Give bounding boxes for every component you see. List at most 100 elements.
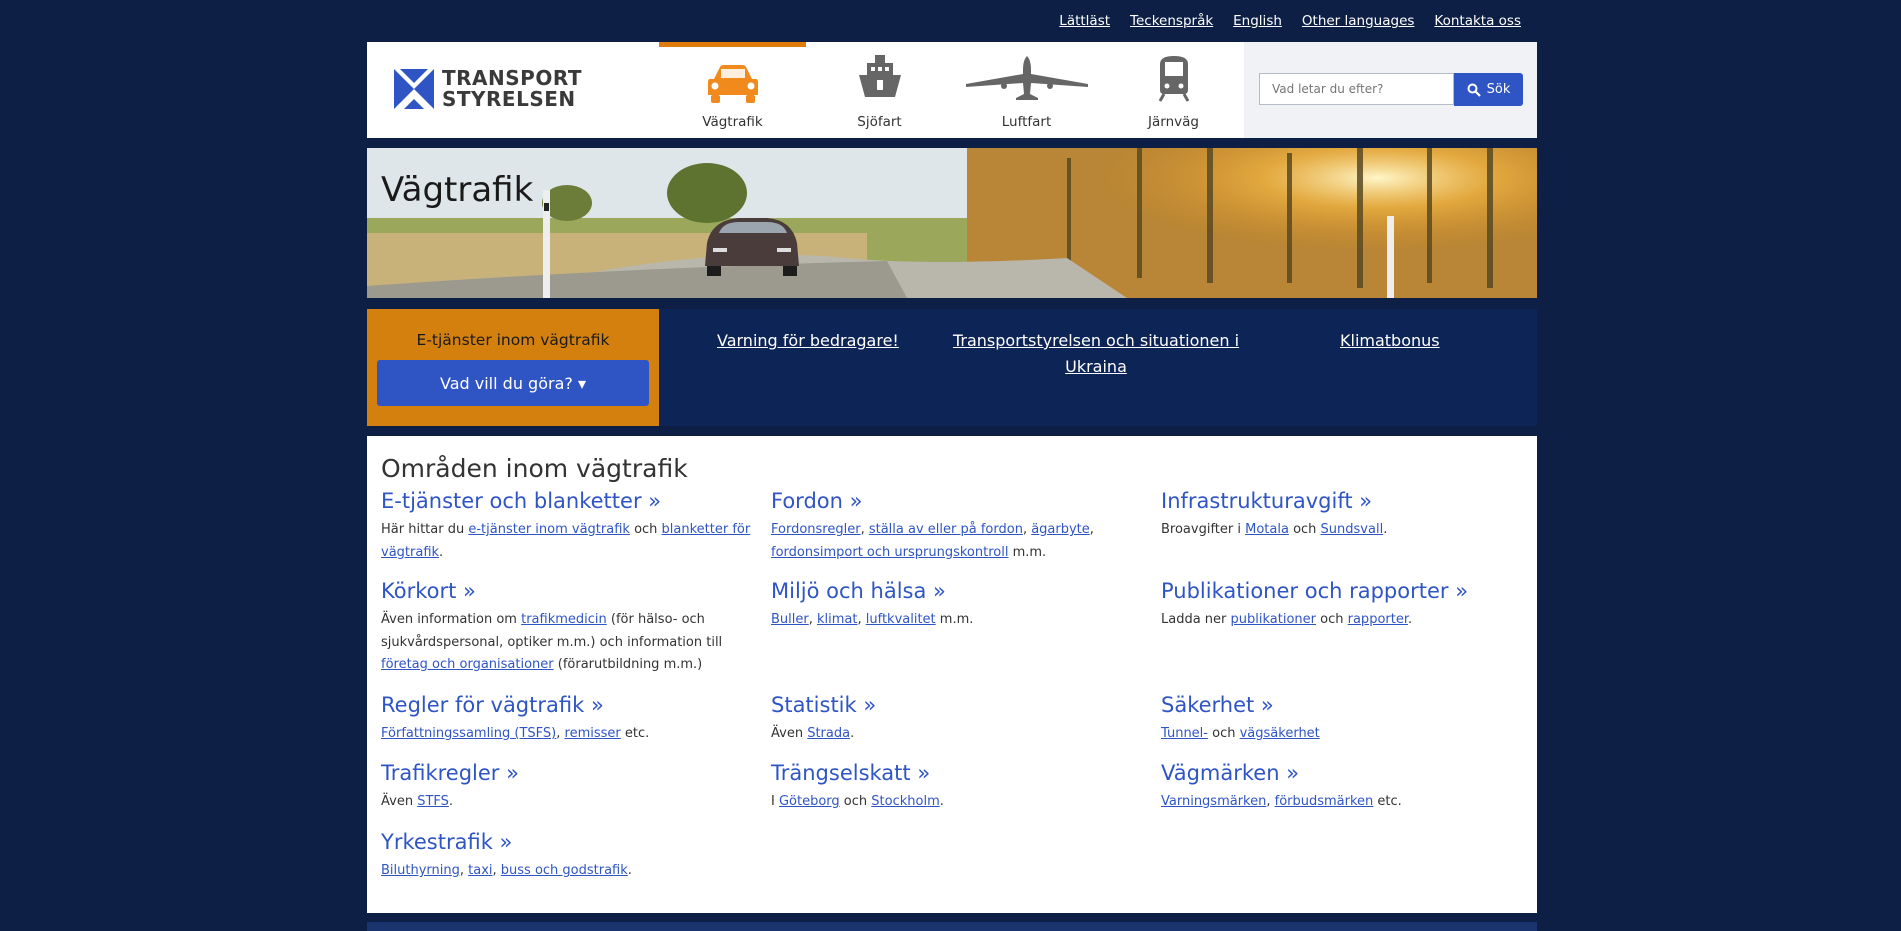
area-inline-link[interactable]: Tunnel- — [1161, 726, 1208, 741]
search-button[interactable]: Sök — [1454, 73, 1523, 106]
area-inline-link[interactable]: e-tjänster inom vägtrafik — [468, 522, 630, 537]
area-title-link[interactable]: Vägmärken » — [1161, 760, 1531, 786]
area-inline-link[interactable]: Göteborg — [779, 794, 840, 809]
nav-label-luftfart: Luftfart — [1001, 114, 1052, 130]
area-inline-link[interactable]: publikationer — [1231, 612, 1316, 627]
area-inline-link[interactable]: buss och godstrafik — [501, 863, 628, 878]
search-icon — [1467, 83, 1481, 97]
area-inline-link[interactable]: luftkvalitet — [866, 612, 936, 627]
area-text: och — [839, 794, 872, 809]
area-title-link[interactable]: Trängselskatt » — [771, 760, 1141, 786]
nav-label-vagtrafik: Vägtrafik — [702, 114, 763, 130]
area-text: . — [1408, 612, 1413, 627]
area-description: Även information om trafikmedicin (för h… — [381, 609, 751, 677]
top-link-teckensprak[interactable]: Teckenspråk — [1130, 13, 1213, 29]
area-title-link[interactable]: Trafikregler » — [381, 760, 751, 786]
area-text: etc. — [1373, 794, 1402, 809]
area-title-link[interactable]: Regler för vägtrafik » — [381, 692, 751, 718]
area-item: Infrastrukturavgift » Broavgifter i Motal… — [1161, 488, 1531, 542]
logo-link[interactable]: TRANSPORT STYRELSEN — [394, 68, 582, 110]
search-input[interactable] — [1259, 73, 1454, 105]
area-description: Ladda ner publikationer och rapporter. — [1161, 609, 1531, 632]
area-inline-link[interactable]: Buller — [771, 612, 809, 627]
area-inline-link[interactable]: Strada — [807, 726, 850, 741]
area-inline-link[interactable]: Biluthyrning — [381, 863, 460, 878]
nav-item-jarnvag[interactable]: Järnväg — [1100, 42, 1247, 138]
area-text: , — [808, 612, 817, 627]
ship-icon — [806, 52, 953, 104]
area-text: , — [1266, 794, 1275, 809]
area-text: , — [459, 863, 469, 878]
area-title-link[interactable]: Statistik » — [771, 692, 1141, 718]
area-inline-link[interactable]: vägsäkerhet — [1240, 726, 1320, 741]
area-title-link[interactable]: Infrastrukturavgift » — [1161, 488, 1531, 514]
area-inline-link[interactable]: Motala — [1245, 522, 1289, 537]
area-inline-link[interactable]: Fordonsregler — [771, 522, 861, 537]
area-text: Även — [381, 794, 418, 809]
link-klimatbonus[interactable]: Klimatbonus — [1340, 328, 1440, 354]
hero-road-image — [367, 148, 1537, 298]
area-inline-link[interactable]: fordonsimport och ursprungskontroll — [771, 545, 1008, 560]
area-inline-link[interactable]: rapporter — [1348, 612, 1408, 627]
area-title-link[interactable]: E-tjänster och blanketter » — [381, 488, 751, 514]
area-text: m.m. — [1008, 544, 1047, 560]
site-header: TRANSPORT STYRELSEN Vägtrafik Sjöfart Lu… — [367, 42, 1537, 138]
area-text: (förarutbildning m.m.) — [553, 657, 703, 672]
area-inline-link[interactable]: förbudsmärken — [1275, 794, 1374, 809]
area-text: . — [1383, 522, 1388, 537]
area-text: . — [850, 726, 855, 741]
train-icon — [1100, 52, 1247, 104]
area-title-link[interactable]: Fordon » — [771, 488, 1141, 514]
area-text: . — [448, 794, 454, 809]
area-item: Vägmärken » Varningsmärken, förbudsmärken… — [1161, 760, 1531, 814]
area-title-link[interactable]: Säkerhet » — [1161, 692, 1531, 718]
area-inline-link[interactable]: taxi — [468, 863, 492, 878]
area-inline-link[interactable]: Varningsmärken — [1161, 794, 1266, 809]
area-inline-link[interactable]: Stockholm — [871, 794, 939, 809]
top-link-other-languages[interactable]: Other languages — [1302, 13, 1415, 29]
hero-banner: Vägtrafik — [367, 148, 1537, 298]
nav-item-vagtrafik[interactable]: Vägtrafik — [659, 42, 806, 138]
top-bar: Lättläst Teckenspråk English Other langu… — [0, 0, 1901, 42]
area-item: Yrkestrafik » Biluthyrning, taxi, buss oc… — [381, 829, 751, 883]
area-item: E-tjänster och blanketter » Här hittar du… — [381, 488, 751, 564]
area-inline-link[interactable]: klimat — [817, 612, 857, 627]
area-description: Fordonsregler, ställa av eller på fordon… — [771, 519, 1141, 564]
nav-item-sjofart[interactable]: Sjöfart — [806, 42, 953, 138]
area-inline-link[interactable]: ägarbyte — [1031, 522, 1090, 537]
area-text: . — [939, 794, 944, 809]
area-text: . — [627, 863, 632, 878]
area-title-link[interactable]: Körkort » — [381, 578, 751, 604]
area-inline-link[interactable]: remisser — [565, 726, 621, 741]
area-text: . — [439, 544, 444, 560]
area-inline-link[interactable]: ställa av eller på fordon — [869, 522, 1023, 537]
area-title-link[interactable]: Miljö och hälsa » — [771, 578, 1141, 604]
area-text: , — [857, 612, 866, 627]
top-link-lattlast[interactable]: Lättläst — [1059, 13, 1110, 29]
top-link-kontakta-oss[interactable]: Kontakta oss — [1434, 13, 1521, 29]
area-inline-link[interactable]: Författningssamling (TSFS) — [381, 726, 556, 741]
area-text: och — [629, 522, 662, 537]
search-area: Sök — [1244, 42, 1537, 138]
area-description: Även Strada. — [771, 723, 1141, 746]
etjanster-panel: E-tjänster inom vägtrafik Vad vill du gö… — [367, 309, 659, 426]
area-text: , — [1089, 522, 1094, 537]
main-content: Områden inom vägtrafik E-tjänster och bl… — [367, 436, 1537, 913]
area-title-link[interactable]: Publikationer och rapporter » — [1161, 578, 1531, 604]
area-text: m.m. — [935, 612, 974, 627]
link-varning-bedragare[interactable]: Varning för bedragare! — [717, 328, 899, 354]
area-inline-link[interactable]: STFS — [417, 794, 449, 809]
vad-vill-du-gora-dropdown[interactable]: Vad vill du göra? ▾ — [377, 360, 649, 406]
area-inline-link[interactable]: företag och organisationer — [381, 657, 554, 672]
area-description: Här hittar du e-tjänster inom vägtrafik … — [381, 519, 751, 564]
hero-title: Vägtrafik — [381, 170, 534, 210]
logo-text: TRANSPORT STYRELSEN — [442, 68, 582, 110]
area-title-link[interactable]: Yrkestrafik » — [381, 829, 751, 855]
area-item: Publikationer och rapporter » Ladda ner p… — [1161, 578, 1531, 632]
top-link-english[interactable]: English — [1233, 13, 1282, 29]
link-ukraina[interactable]: Transportstyrelsen och situationen i Ukr… — [951, 328, 1241, 380]
area-inline-link[interactable]: trafikmedicin — [521, 612, 607, 627]
area-item: Trafikregler » Även STFS. — [381, 760, 751, 814]
area-inline-link[interactable]: Sundsvall — [1321, 522, 1384, 537]
nav-item-luftfart[interactable]: Luftfart — [953, 42, 1100, 138]
